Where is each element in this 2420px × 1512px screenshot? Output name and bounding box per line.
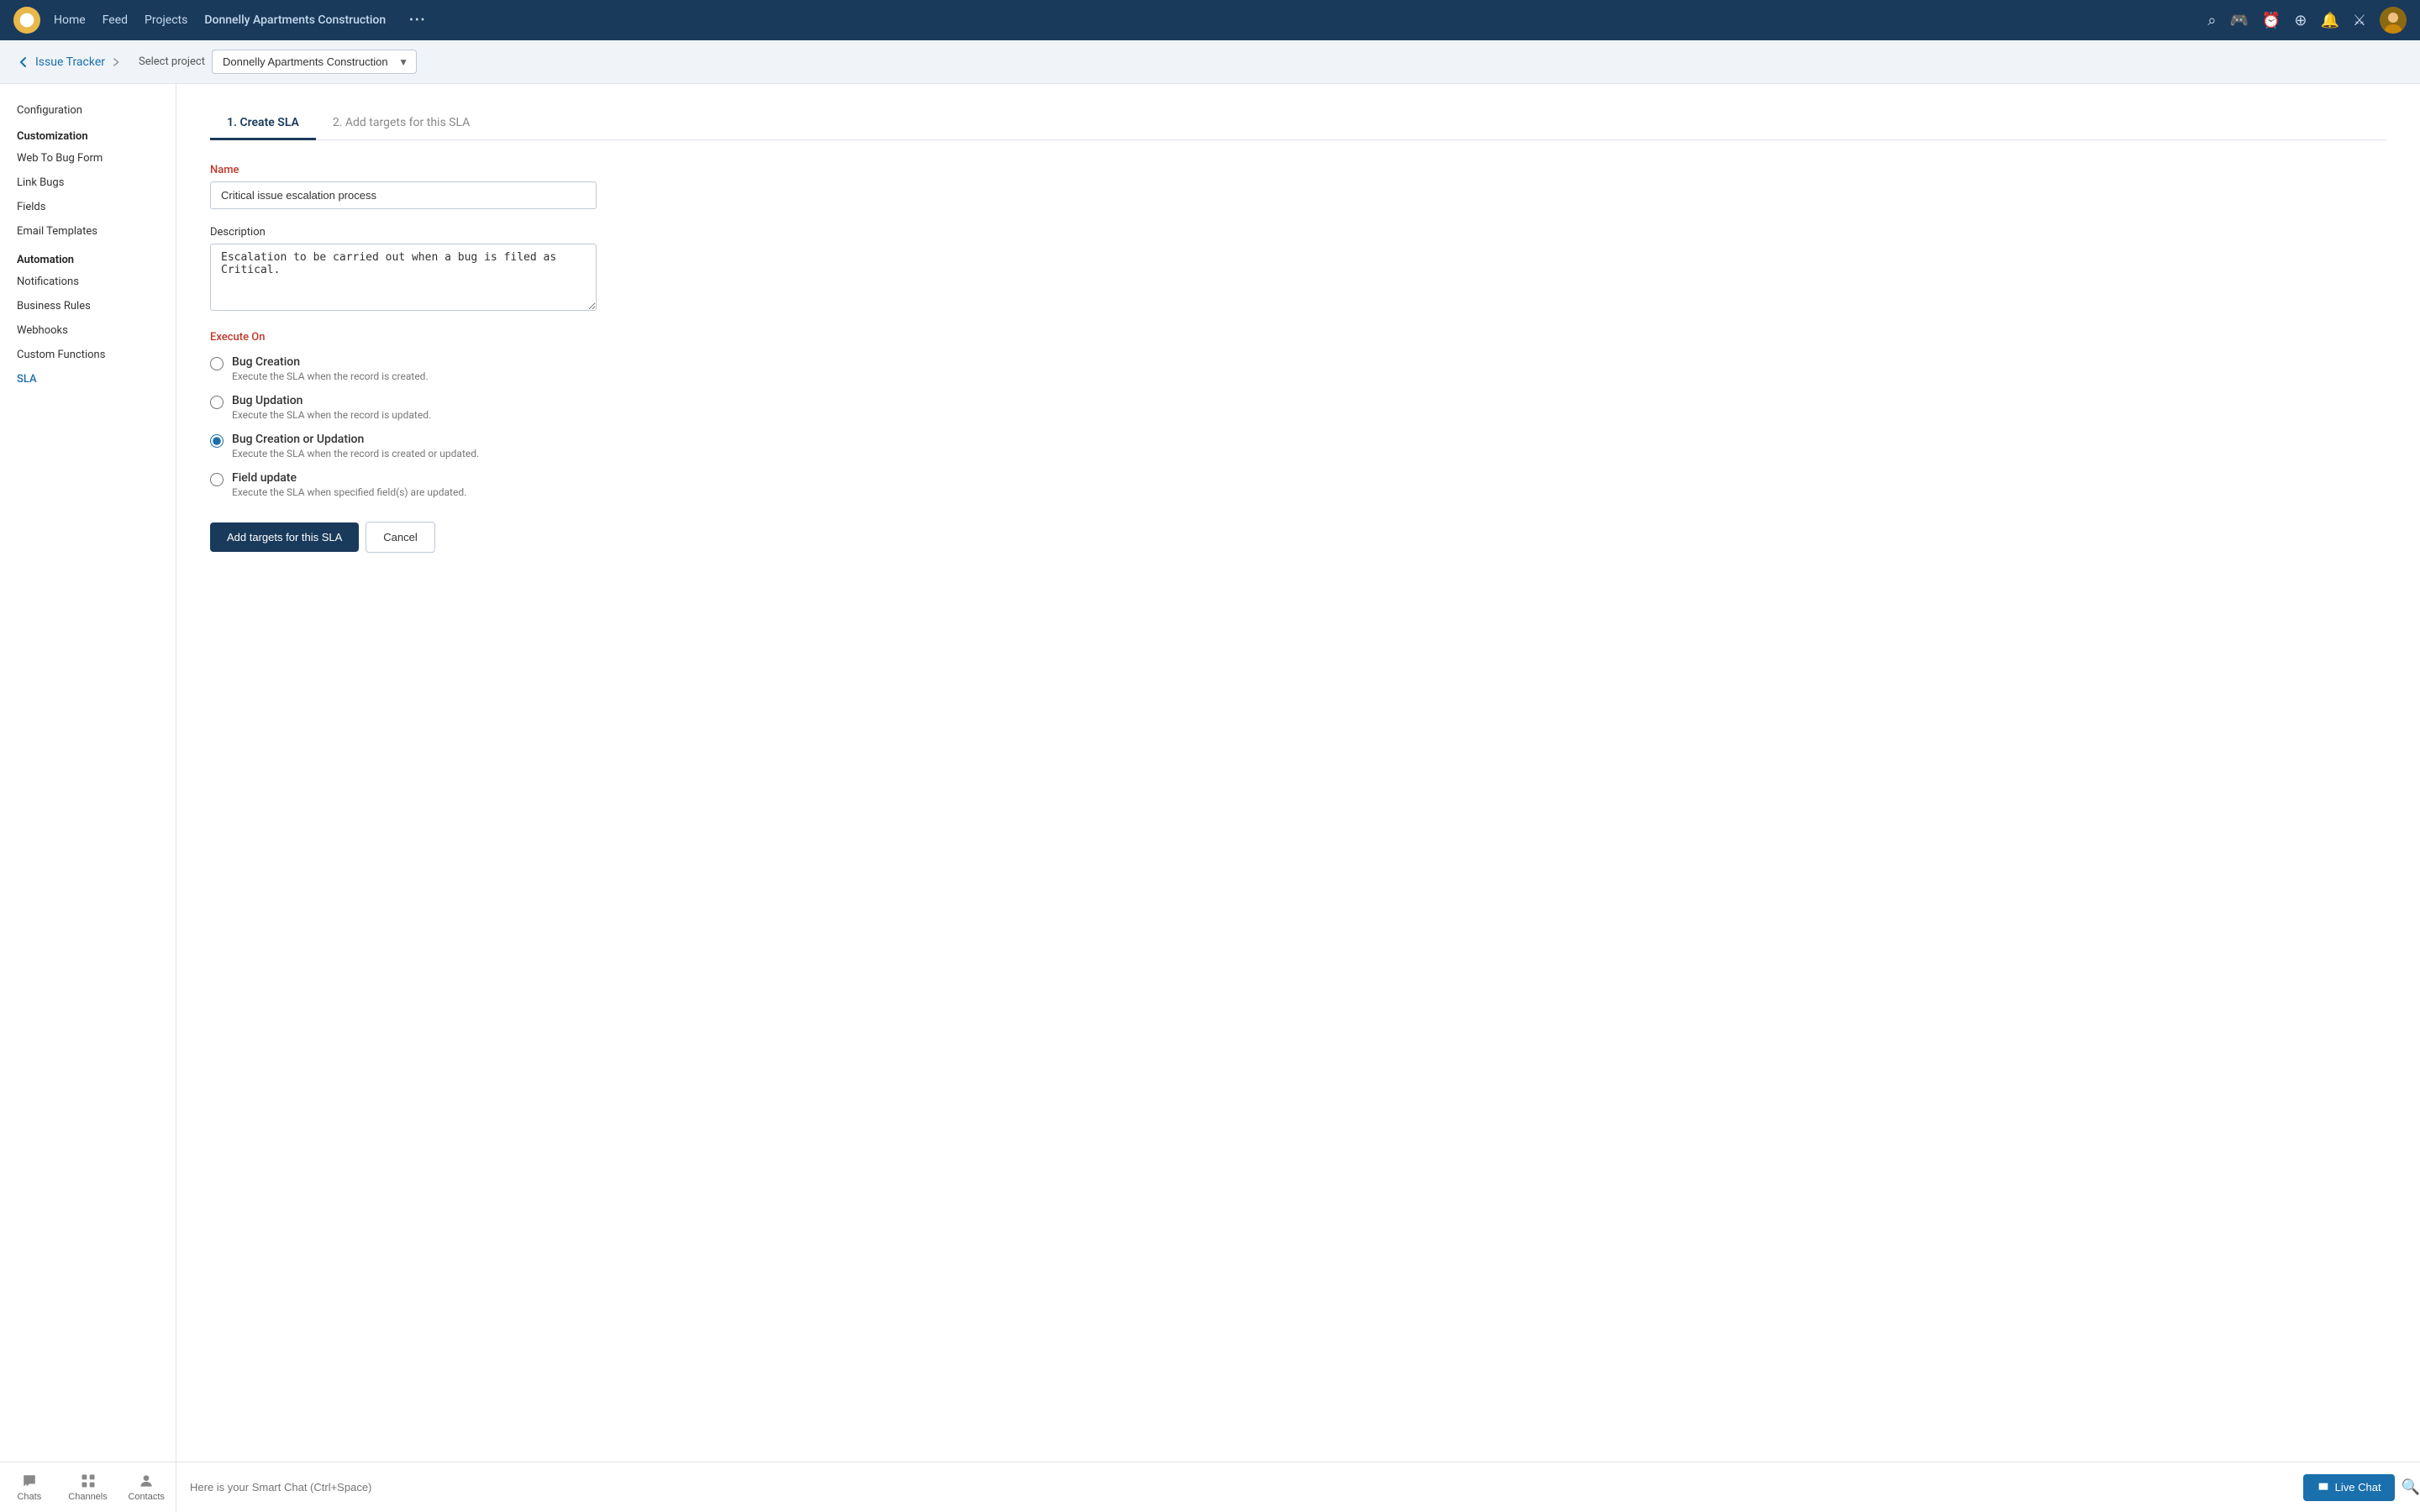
nav-links: Home Feed Projects Donnelly Apartments C… <box>54 13 2207 27</box>
plus-icon[interactable]: ⊕ <box>2294 12 2307 29</box>
radio-bug-updation: Bug Updation Execute the SLA when the re… <box>210 394 2386 421</box>
bottom-tab-contacts-label: Contacts <box>128 1492 164 1502</box>
nav-more-dots[interactable]: ••• <box>409 13 426 27</box>
tab-create-sla[interactable]: 1. Create SLA <box>210 108 316 140</box>
radio-bug-updation-label: Bug Updation <box>232 394 431 407</box>
live-chat-button[interactable]: Live Chat <box>2303 1474 2395 1501</box>
cancel-button[interactable]: Cancel <box>366 522 434 553</box>
tab-add-targets[interactable]: 2. Add targets for this SLA <box>316 108 487 140</box>
nav-home[interactable]: Home <box>54 13 86 27</box>
game-icon[interactable]: 🎮 <box>2230 12 2249 29</box>
content-area: 1. Create SLA 2. Add targets for this SL… <box>176 84 2420 1462</box>
radio-field-update-desc: Execute the SLA when specified field(s) … <box>232 486 466 498</box>
sidebar-config: Configuration <box>0 97 176 120</box>
radio-creation-updation-label: Bug Creation or Updation <box>232 433 479 446</box>
live-chat-label: Live Chat <box>2335 1481 2381 1494</box>
sidebar-customization-group: Customization <box>0 120 176 146</box>
sidebar-item-custom-functions[interactable]: Custom Functions <box>0 343 176 367</box>
bottom-tab-contacts[interactable]: Contacts <box>117 1462 176 1512</box>
clock-icon[interactable]: ⏰ <box>2262 12 2281 29</box>
search-icon[interactable]: ⌕ <box>2207 12 2216 29</box>
sidebar-item-web-to-bug[interactable]: Web To Bug Form <box>0 146 176 171</box>
add-targets-button[interactable]: Add targets for this SLA <box>210 522 359 552</box>
description-field-group: Description Escalation to be carried out… <box>210 226 597 314</box>
sidebar-item-link-bugs[interactable]: Link Bugs <box>0 171 176 195</box>
radio-bug-creation-input[interactable] <box>210 357 224 370</box>
radio-bug-updation-input[interactable] <box>210 396 224 409</box>
bottom-tab-chats-label: Chats <box>17 1492 41 1502</box>
radio-bug-creation: Bug Creation Execute the SLA when the re… <box>210 355 2386 382</box>
radio-group: Bug Creation Execute the SLA when the re… <box>210 355 2386 498</box>
button-row: Add targets for this SLA Cancel <box>210 522 2386 553</box>
sidebar-item-business-rules[interactable]: Business Rules <box>0 294 176 318</box>
user-avatar[interactable] <box>2380 7 2407 34</box>
chat-bubble-icon <box>21 1473 38 1489</box>
description-label: Description <box>210 226 597 239</box>
project-select[interactable]: Donnelly Apartments Construction <box>212 50 417 74</box>
second-bar: Issue Tracker Select project Donnelly Ap… <box>0 40 2420 84</box>
contacts-icon <box>138 1473 155 1489</box>
radio-bug-creation-or-updation: Bug Creation or Updation Execute the SLA… <box>210 433 2386 459</box>
radio-creation-updation-desc: Execute the SLA when the record is creat… <box>232 448 479 459</box>
description-input[interactable]: Escalation to be carried out when a bug … <box>210 244 597 311</box>
bottom-tab-chats[interactable]: Chats <box>0 1462 59 1512</box>
select-project-label: Select project <box>139 55 205 68</box>
name-field-group: Name <box>210 164 597 209</box>
bottom-bar: Chats Channels Contacts Live Chat 🔍 <box>0 1462 2420 1512</box>
execute-on-label: Execute On <box>210 331 2386 344</box>
wrench-icon[interactable]: ⚔ <box>2353 12 2366 29</box>
sidebar-item-sla[interactable]: SLA <box>0 367 176 391</box>
tabs: 1. Create SLA 2. Add targets for this SL… <box>210 108 2386 140</box>
bottom-tabs: Chats Channels Contacts <box>0 1462 176 1512</box>
radio-field-update: Field update Execute the SLA when specif… <box>210 471 2386 498</box>
main-layout: Configuration Customization Web To Bug F… <box>0 84 2420 1462</box>
live-chat-icon <box>2317 1481 2330 1494</box>
sidebar-item-email-templates[interactable]: Email Templates <box>0 219 176 244</box>
smart-chat-input[interactable] <box>190 1481 2290 1494</box>
nav-projects[interactable]: Projects <box>145 13 187 27</box>
channels-icon <box>80 1473 97 1489</box>
nav-project-name[interactable]: Donnelly Apartments Construction <box>204 13 386 27</box>
project-select-wrap: Donnelly Apartments Construction ▼ <box>212 50 417 74</box>
radio-bug-updation-desc: Execute the SLA when the record is updat… <box>232 409 431 421</box>
bell-icon[interactable]: 🔔 <box>2320 12 2338 29</box>
radio-bug-creation-desc: Execute the SLA when the record is creat… <box>232 370 429 382</box>
sidebar-automation-group: Automation <box>0 244 176 270</box>
bottom-tab-channels-label: Channels <box>68 1492 107 1502</box>
smart-chat-bar <box>176 1481 2303 1494</box>
logo[interactable] <box>13 7 40 34</box>
nav-feed[interactable]: Feed <box>103 13 128 27</box>
back-button[interactable]: Issue Tracker <box>17 55 122 69</box>
back-label: Issue Tracker <box>35 55 105 69</box>
name-input[interactable] <box>210 181 597 209</box>
radio-field-update-label: Field update <box>232 471 466 485</box>
radio-field-update-input[interactable] <box>210 473 224 486</box>
sidebar: Configuration Customization Web To Bug F… <box>0 84 176 1462</box>
name-label: Name <box>210 164 597 176</box>
radio-bug-creation-label: Bug Creation <box>232 355 429 369</box>
sidebar-item-notifications[interactable]: Notifications <box>0 270 176 294</box>
radio-creation-updation-input[interactable] <box>210 434 224 448</box>
top-nav-right: ⌕ 🎮 ⏰ ⊕ 🔔 ⚔ <box>2207 7 2407 34</box>
bottom-search-icon[interactable]: 🔍 <box>2402 1478 2420 1496</box>
bottom-tab-channels[interactable]: Channels <box>59 1462 118 1512</box>
execute-on-section: Execute On Bug Creation Execute the SLA … <box>210 331 2386 498</box>
top-nav: Home Feed Projects Donnelly Apartments C… <box>0 0 2420 40</box>
sidebar-item-fields[interactable]: Fields <box>0 195 176 219</box>
sidebar-item-webhooks[interactable]: Webhooks <box>0 318 176 343</box>
